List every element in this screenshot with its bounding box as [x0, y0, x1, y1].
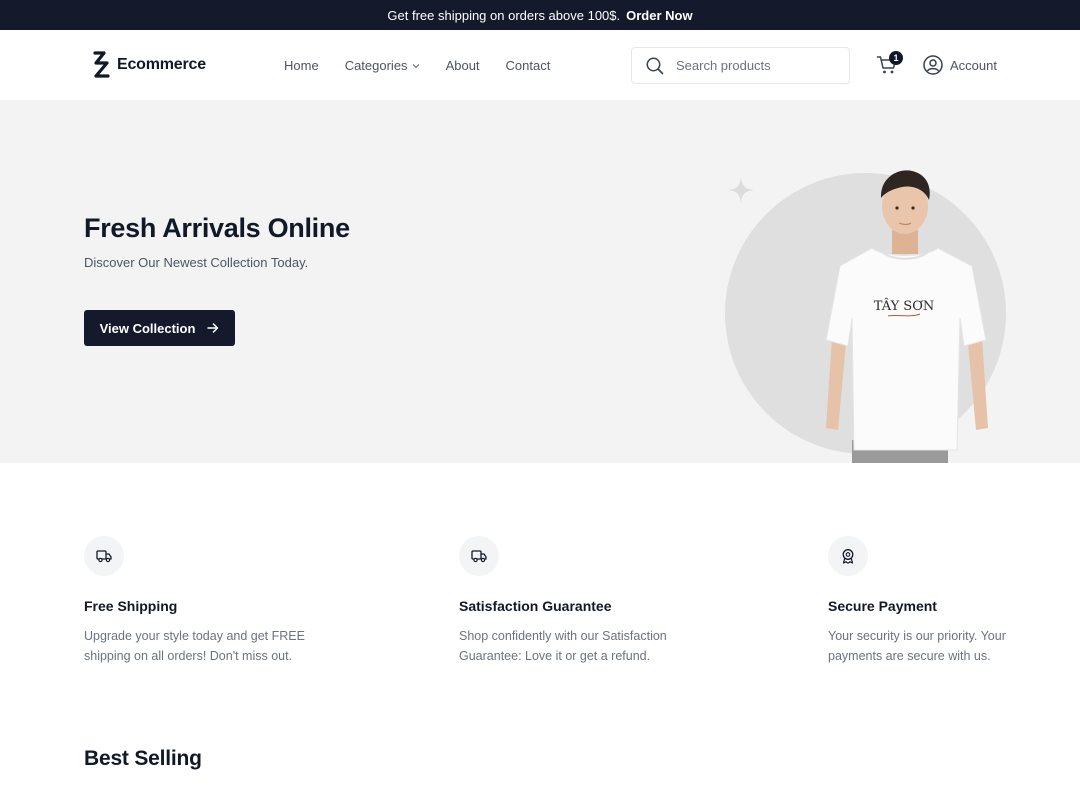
nav-categories-label: Categories [344, 58, 408, 73]
account-button[interactable]: Account [923, 55, 997, 75]
best-selling-heading: Best Selling [84, 747, 202, 770]
search-icon[interactable] [646, 57, 664, 75]
nav-home[interactable]: Home [284, 58, 319, 73]
user-circle-icon [923, 55, 943, 75]
hero-model-image: TÂY SƠN [825, 170, 988, 463]
nav-contact[interactable]: Contact [506, 58, 551, 73]
feature-title: Satisfaction Guarantee [459, 598, 612, 614]
feature-title: Secure Payment [828, 598, 937, 614]
cart-count-badge: 1 [889, 51, 903, 65]
sparkle-icon [728, 177, 754, 203]
main-nav: Home Categories About Contact [284, 58, 550, 73]
chevron-down-icon [412, 63, 419, 68]
hero-banner: Fresh Arrivals Online Discover Our Newes… [0, 100, 1080, 463]
search-box [631, 47, 850, 84]
feature-description: Your security is our priority. Your paym… [828, 629, 1006, 663]
truck-icon [96, 550, 112, 563]
order-now-link[interactable]: Order Now [626, 8, 692, 23]
feature-description: Shop confidently with our Satisfaction G… [459, 629, 667, 663]
nav-home-label: Home [284, 58, 319, 73]
logo[interactable]: Ecommerce [92, 51, 206, 78]
nav-about[interactable]: About [446, 58, 480, 73]
view-collection-label: View Collection [99, 320, 196, 336]
feature-free-shipping: Free Shipping Upgrade your style today a… [84, 536, 305, 663]
hero-subtitle: Discover Our Newest Collection Today. [84, 255, 309, 270]
announcement-bar: Get free shipping on orders above 100$. … [0, 0, 1080, 30]
feature-icon-wrap [828, 536, 868, 576]
feature-icon-wrap [84, 536, 124, 576]
hero-title: Fresh Arrivals Online [84, 213, 350, 243]
shirt-print-text: TÂY SƠN [874, 298, 934, 314]
feature-description: Upgrade your style today and get FREE sh… [84, 629, 305, 663]
arrow-right-icon [207, 323, 219, 333]
feature-title: Free Shipping [84, 598, 178, 614]
logo-mark-icon [93, 51, 110, 78]
nav-contact-label: Contact [505, 58, 551, 73]
view-collection-button[interactable]: View Collection [84, 310, 235, 346]
nav-about-label: About [445, 58, 480, 73]
search-input[interactable] [676, 58, 836, 73]
nav-categories[interactable]: Categories [345, 58, 420, 73]
site-header: Ecommerce Home Categories About Contact … [0, 30, 1080, 100]
cart-button[interactable]: 1 [876, 51, 903, 78]
award-badge-icon [842, 549, 854, 564]
feature-icon-wrap [459, 536, 499, 576]
truck-icon [471, 550, 487, 563]
feature-secure-payment: Secure Payment Your security is our prio… [828, 536, 1006, 663]
logo-text: Ecommerce [117, 55, 206, 73]
account-label: Account [950, 57, 997, 73]
feature-satisfaction-guarantee: Satisfaction Guarantee Shop confidently … [459, 536, 667, 663]
announcement-text: Get free shipping on orders above 100$. [387, 7, 621, 23]
